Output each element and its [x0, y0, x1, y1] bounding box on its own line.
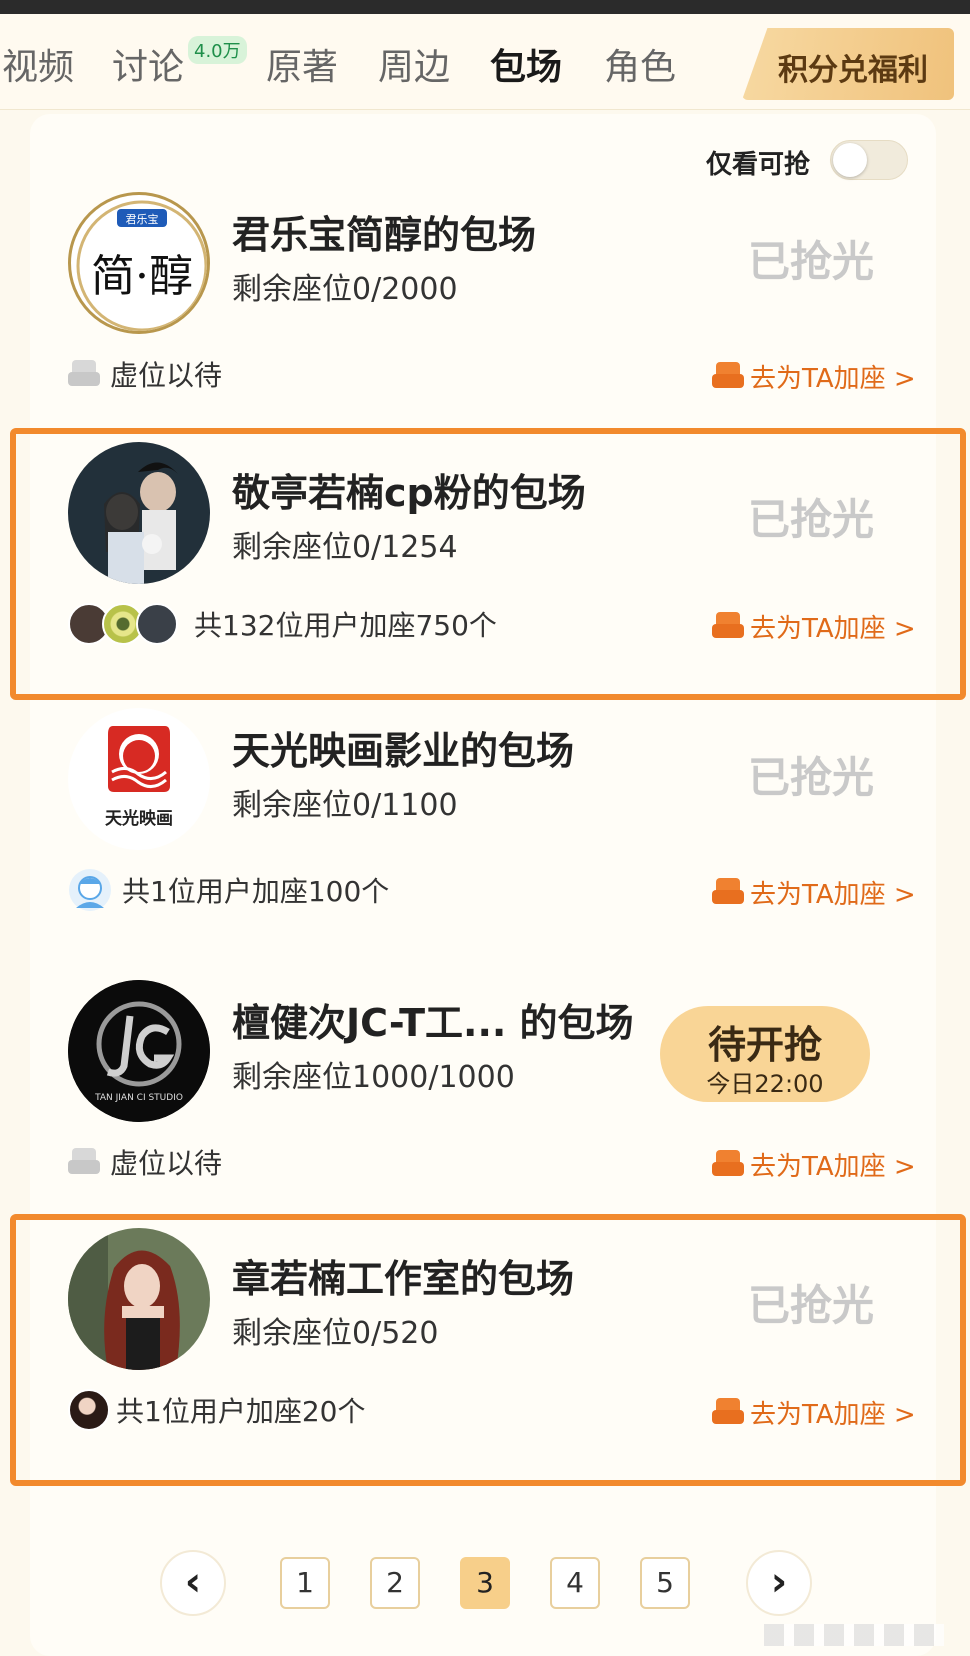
points-rewards-button[interactable]: 积分兑福利 [742, 28, 954, 100]
add-seat-label: 去为TA加座 > [750, 613, 916, 644]
add-seat-link[interactable]: 去为TA加座 > [712, 606, 916, 646]
card-title: 檀健次JC-T工... 的包场 [232, 1001, 634, 1045]
sold-out-status: 已抢光 [748, 1281, 875, 1330]
pagination: ‹ 1 2 3 4 5 › [0, 1548, 970, 1618]
user-avatar-icon [69, 869, 111, 911]
status-strip [0, 0, 970, 14]
supporter-avatar [68, 1389, 110, 1431]
page-3-button[interactable]: 3 [460, 1557, 510, 1609]
sofa-icon [712, 878, 744, 906]
add-seat-link[interactable]: 去为TA加座 > [712, 872, 916, 912]
brand-logo-text: 简·醇 [91, 251, 193, 302]
tab-discussion[interactable]: 讨论 [112, 38, 184, 90]
page-5-button[interactable]: 5 [640, 1557, 690, 1609]
studio-logo-text: TAN JIAN CI STUDIO [94, 1093, 183, 1103]
add-seat-link[interactable]: 去为TA加座 > [712, 1392, 916, 1432]
sofa-icon [712, 1398, 744, 1426]
card-title: 君乐宝简醇的包场 [232, 213, 537, 257]
points-rewards-label: 积分兑福利 [778, 53, 928, 88]
supporter-avatars [68, 603, 178, 645]
screening-card[interactable]: TAN JIAN CI STUDIO 檀健次JC-T工... 的包场 剩余座位1… [30, 966, 936, 1238]
sofa-icon [712, 362, 744, 390]
footer-info-text: 虚位以待 [110, 359, 223, 392]
sofa-icon [712, 1150, 744, 1178]
user-avatar-photo [68, 442, 210, 584]
screening-card[interactable]: 君乐宝 简·醇 君乐宝简醇的包场 剩余座位0/2000 已抢光 虚位以待 去为T… [30, 178, 936, 450]
page-2-button[interactable]: 2 [370, 1557, 420, 1609]
footer-info-text: 共1位用户加座20个 [116, 1395, 366, 1428]
tab-bar: 视频 讨论 4.0万 原著 周边 包场 角色 积分兑福利 [0, 14, 970, 110]
add-seat-label: 去为TA加座 > [750, 1151, 916, 1182]
screening-card[interactable]: 天光映画 天光映画影业的包场 剩余座位0/1100 已抢光 共1位用户加座100… [30, 694, 936, 966]
brand-logo: 君乐宝 简·醇 [68, 192, 210, 334]
remaining-seats: 剩余座位0/520 [232, 1316, 439, 1351]
sold-out-status: 已抢光 [748, 753, 875, 802]
only-available-label: 仅看可抢 [706, 150, 811, 180]
toggle-knob [833, 143, 867, 177]
add-seat-label: 去为TA加座 > [750, 879, 916, 910]
studio-logo: 天光映画 [68, 708, 210, 850]
only-available-toggle[interactable] [830, 140, 908, 180]
empty-seat-icon [68, 1148, 100, 1176]
pending-grab-button[interactable]: 待开抢 今日22:00 [660, 1006, 870, 1102]
add-seat-label: 去为TA加座 > [750, 363, 916, 394]
card-footer-info: 共1位用户加座100个 [68, 869, 390, 911]
screening-card-highlighted[interactable]: 章若楠工作室的包场 剩余座位0/520 已抢光 共1位用户加座20个 去为TA加… [10, 1214, 966, 1486]
studio-logo: TAN JIAN CI STUDIO [68, 980, 210, 1122]
page-4-button[interactable]: 4 [550, 1557, 600, 1609]
card-footer-info: 共132位用户加座750个 [68, 603, 497, 645]
supporter-avatar [136, 603, 178, 645]
sofa-icon [712, 612, 744, 640]
user-avatar-photo [68, 1228, 210, 1370]
prev-page-button[interactable]: ‹ [160, 1550, 226, 1616]
sold-out-status: 已抢光 [748, 237, 875, 286]
pending-grab-label: 待开抢 [707, 1023, 822, 1067]
card-title: 天光映画影业的包场 [232, 729, 575, 773]
next-page-button[interactable]: › [746, 1550, 812, 1616]
tab-characters[interactable]: 角色 [604, 38, 676, 90]
watermark [764, 1624, 944, 1646]
tab-original-novel[interactable]: 原著 [266, 38, 338, 90]
footer-info-text: 共1位用户加座100个 [122, 875, 390, 908]
discussion-count-badge: 4.0万 [188, 36, 247, 64]
card-footer-info: 共1位用户加座20个 [68, 1389, 366, 1431]
sold-out-status: 已抢光 [748, 495, 875, 544]
page-1-button[interactable]: 1 [280, 1557, 330, 1609]
brand-logo-tag: 君乐宝 [126, 212, 159, 226]
remaining-seats: 剩余座位0/1254 [232, 530, 458, 565]
remaining-seats: 剩余座位0/1100 [232, 788, 458, 823]
studio-logo-text: 天光映画 [105, 808, 173, 829]
card-title: 敬亭若楠cp粉的包场 [232, 471, 586, 515]
tab-merchandise[interactable]: 周边 [378, 38, 450, 90]
screening-card-highlighted[interactable]: 敬亭若楠cp粉的包场 剩余座位0/1254 已抢光 共132位用户加座750个 … [10, 428, 966, 700]
card-footer-info: 虚位以待 [68, 1142, 222, 1182]
pending-grab-time: 今日22:00 [706, 1070, 824, 1098]
card-footer-info: 虚位以待 [68, 354, 222, 394]
tab-video[interactable]: 视频 [2, 38, 74, 90]
remaining-seats: 剩余座位0/2000 [232, 272, 458, 307]
footer-info-text: 虚位以待 [110, 1147, 223, 1180]
card-title: 章若楠工作室的包场 [232, 1257, 575, 1301]
add-seat-link[interactable]: 去为TA加座 > [712, 1144, 916, 1184]
add-seat-link[interactable]: 去为TA加座 > [712, 356, 916, 396]
footer-info-text: 共132位用户加座750个 [194, 609, 497, 642]
add-seat-label: 去为TA加座 > [750, 1399, 916, 1430]
empty-seat-icon [68, 360, 100, 388]
remaining-seats: 剩余座位1000/1000 [232, 1060, 515, 1095]
tab-group-screening[interactable]: 包场 [490, 38, 562, 90]
